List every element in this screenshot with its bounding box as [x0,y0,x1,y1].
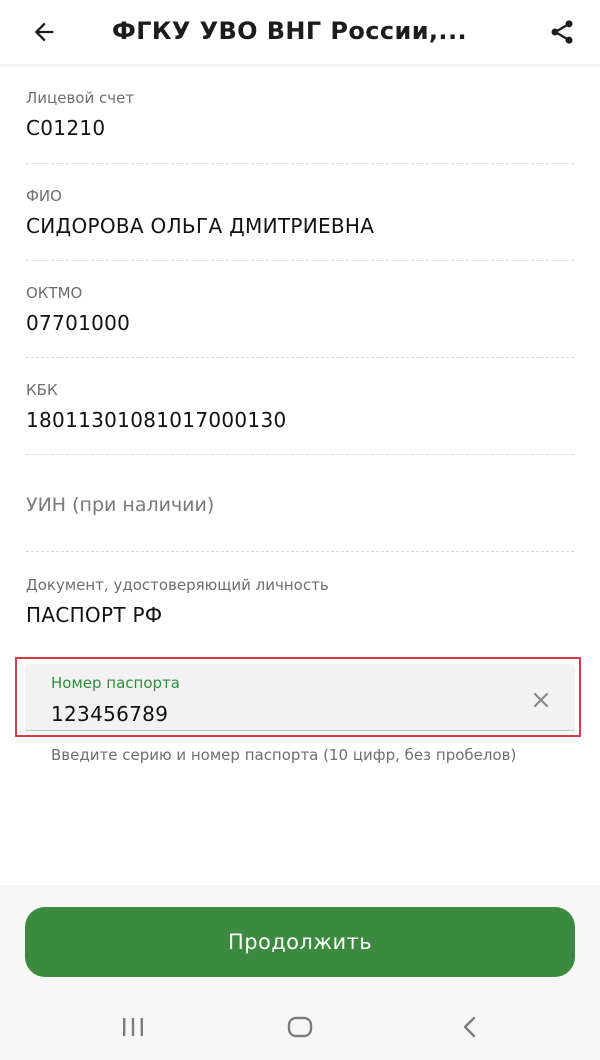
field-oktmo-label: ОКТМО [26,284,83,302]
field-oktmo-value: 07701000 [26,311,131,335]
field-account: Лицевой счет С01210 [26,70,574,164]
close-icon [533,692,549,708]
field-account-value: С01210 [26,116,106,140]
field-kbk: КБК 18011301081017000130 [26,362,574,455]
passport-number-label: Номер паспорта [51,674,180,692]
field-fio-label: ФИО [26,187,62,205]
field-identity-document-label: Документ, удостоверяющий личность [26,576,329,594]
home-button[interactable] [280,1011,320,1043]
field-uin[interactable]: УИН (при наличии) [26,459,574,552]
field-uin-placeholder: УИН (при наличии) [26,494,215,516]
chevron-left-icon [463,1016,476,1038]
clear-button[interactable] [527,686,555,714]
nav-back-button[interactable] [450,1011,490,1043]
share-button[interactable] [540,10,584,54]
field-fio: ФИО СИДОРОВА ОЛЬГА ДМИТРИЕВНА [26,168,574,261]
passport-helper-text: Введите серию и номер паспорта (10 цифр,… [51,746,517,764]
top-app-bar: ФГКУ УВО ВНГ России,... [0,0,600,64]
recents-button[interactable] [113,1011,153,1043]
field-kbk-value: 18011301081017000130 [26,408,287,432]
share-icon [551,20,573,44]
field-account-label: Лицевой счет [26,89,135,107]
field-kbk-label: КБК [26,381,58,399]
page-title: ФГКУ УВО ВНГ России,... [112,17,467,45]
home-icon [287,1016,313,1038]
back-button[interactable] [22,10,66,54]
field-oktmo: ОКТМО 07701000 [26,265,574,358]
field-identity-document-value: ПАСПОРТ РФ [26,603,163,627]
passport-number-value: 123456789 [51,702,169,726]
passport-number-input[interactable]: Номер паспорта 123456789 [25,664,575,731]
system-navigation-bar [0,995,600,1060]
field-fio-value: СИДОРОВА ОЛЬГА ДМИТРИЕВНА [26,214,375,238]
field-identity-document[interactable]: Документ, удостоверяющий личность ПАСПОР… [26,557,574,649]
recents-icon [123,1018,143,1036]
arrow-left-icon [34,22,54,42]
continue-button[interactable]: Продолжить [25,907,575,977]
